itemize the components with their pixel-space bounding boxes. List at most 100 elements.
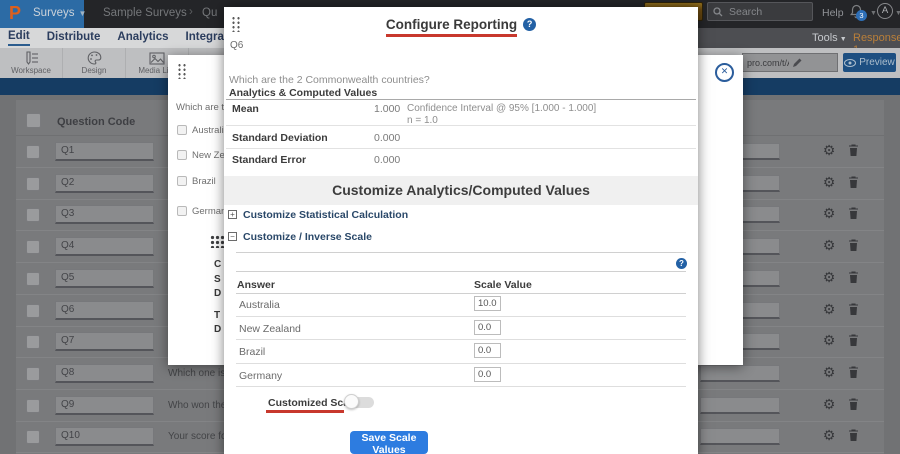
drag-handle-icon[interactable] [176, 62, 187, 79]
row-checkbox[interactable] [26, 335, 40, 349]
scale-value-input[interactable] [474, 343, 501, 358]
scale-value-input[interactable] [474, 320, 501, 335]
row-value-input[interactable] [700, 397, 780, 414]
divider [236, 386, 686, 387]
survey-url-field[interactable]: pro.com/t/APNrFZeY [742, 53, 838, 72]
preview-button[interactable]: Preview [843, 53, 896, 72]
expand-plus-icon[interactable]: + [228, 210, 237, 219]
toolbar-item-design[interactable]: Design [63, 48, 126, 78]
section-label: Customize / Inverse Scale [243, 231, 372, 243]
question-code-input[interactable]: Q5 [55, 269, 154, 288]
question-code-input[interactable]: Q7 [55, 332, 154, 351]
settings-gear-icon[interactable]: ⚙ [820, 427, 838, 445]
settings-gear-icon[interactable]: ⚙ [820, 142, 838, 160]
delete-trash-icon[interactable] [848, 366, 861, 381]
row-checkbox[interactable] [26, 430, 40, 444]
row-checkbox[interactable] [26, 367, 40, 381]
section-label: Customize Statistical Calculation [243, 209, 408, 221]
chevron-down-icon[interactable]: ▼ [895, 10, 900, 17]
question-code-input[interactable]: Q8 [55, 364, 154, 383]
tab-analytics[interactable]: Analytics [117, 31, 168, 45]
question-code-input[interactable]: Q6 [55, 301, 154, 320]
avatar[interactable]: A [877, 3, 893, 19]
column-header-answer: Answer [237, 279, 275, 291]
tools-menu[interactable]: Tools▼ [812, 32, 847, 44]
question-code-input[interactable]: Q9 [55, 396, 154, 415]
question-code-input[interactable]: Q3 [55, 205, 154, 224]
divider [236, 293, 686, 294]
delete-trash-icon[interactable] [848, 334, 861, 349]
answer-checkbox[interactable] [177, 176, 187, 186]
save-scale-values-button[interactable]: Save Scale Values [350, 431, 428, 454]
clipped-label: D [214, 324, 221, 335]
design-icon [87, 51, 102, 65]
divider [236, 252, 686, 253]
row-checkbox[interactable] [26, 272, 40, 286]
row-value-input[interactable] [700, 428, 780, 445]
chevron-down-icon: ▼ [840, 36, 847, 43]
delete-trash-icon[interactable] [848, 176, 861, 191]
breadcrumb-separator: › [189, 6, 193, 18]
delete-trash-icon[interactable] [848, 207, 861, 222]
clipped-label: D [214, 288, 221, 299]
help-icon[interactable]: ? [676, 258, 687, 269]
settings-gear-icon[interactable]: ⚙ [820, 237, 838, 255]
divider [236, 363, 686, 364]
question-code-input[interactable]: Q2 [55, 174, 154, 193]
scale-answer-label: Australia [239, 299, 280, 311]
answer-checkbox[interactable] [177, 206, 187, 216]
scale-answer-label: Brazil [239, 346, 265, 358]
search-box[interactable] [707, 2, 813, 21]
analytics-values-header: Analytics & Computed Values [229, 87, 377, 99]
customized-scaling-toggle[interactable] [344, 394, 376, 410]
tab-edit[interactable]: Edit [8, 30, 30, 46]
stat-label: Standard Deviation [232, 132, 328, 144]
help-link[interactable]: Help [822, 7, 844, 19]
delete-trash-icon[interactable] [848, 239, 861, 254]
configure-reporting-modal: Configure Reporting? Q6 Which are the 2 … [224, 7, 698, 454]
breadcrumb[interactable]: Sample Surveys [103, 7, 187, 19]
row-checkbox[interactable] [26, 208, 40, 222]
row-checkbox[interactable] [26, 177, 40, 191]
settings-gear-icon[interactable]: ⚙ [820, 269, 838, 287]
answer-checkbox[interactable] [177, 150, 187, 160]
divider [226, 125, 696, 126]
search-input[interactable] [727, 5, 807, 19]
scale-answer-label: New Zealand [239, 323, 301, 335]
delete-trash-icon[interactable] [848, 429, 861, 444]
question-code-input[interactable]: Q10 [55, 427, 154, 446]
delete-trash-icon[interactable] [848, 303, 861, 318]
delete-trash-icon[interactable] [848, 271, 861, 286]
settings-gear-icon[interactable]: ⚙ [820, 301, 838, 319]
settings-gear-icon[interactable]: ⚙ [820, 174, 838, 192]
stat-label: Mean [232, 103, 259, 115]
collapse-minus-icon[interactable]: − [228, 232, 237, 241]
grid-drag-icon[interactable] [210, 235, 224, 248]
settings-gear-icon[interactable]: ⚙ [820, 364, 838, 382]
delete-trash-icon[interactable] [848, 398, 861, 413]
questionpro-logo[interactable]: P [9, 3, 21, 24]
help-icon[interactable]: ? [523, 18, 536, 31]
edit-pencil-icon[interactable] [792, 58, 834, 68]
answer-checkbox[interactable] [177, 125, 187, 135]
chevron-down-icon[interactable]: ▼ [870, 10, 877, 17]
row-value-input[interactable] [700, 365, 780, 382]
row-checkbox[interactable] [26, 304, 40, 318]
row-checkbox[interactable] [26, 240, 40, 254]
tab-distribute[interactable]: Distribute [47, 31, 101, 45]
question-code-input[interactable]: Q4 [55, 237, 154, 256]
scale-value-input[interactable] [474, 296, 501, 311]
close-icon[interactable]: ✕ [715, 63, 734, 82]
select-all-checkbox[interactable] [26, 113, 41, 128]
delete-trash-icon[interactable] [848, 144, 861, 159]
row-checkbox[interactable] [26, 399, 40, 413]
workspace-icon [24, 51, 39, 65]
settings-gear-icon[interactable]: ⚙ [820, 205, 838, 223]
scale-value-input[interactable] [474, 367, 501, 382]
row-checkbox[interactable] [26, 145, 40, 159]
toolbar-item-workspace[interactable]: Workspace [0, 48, 63, 78]
surveys-menu[interactable]: Surveys▼ [33, 7, 86, 19]
settings-gear-icon[interactable]: ⚙ [820, 332, 838, 350]
question-code-input[interactable]: Q1 [55, 142, 154, 161]
settings-gear-icon[interactable]: ⚙ [820, 396, 838, 414]
